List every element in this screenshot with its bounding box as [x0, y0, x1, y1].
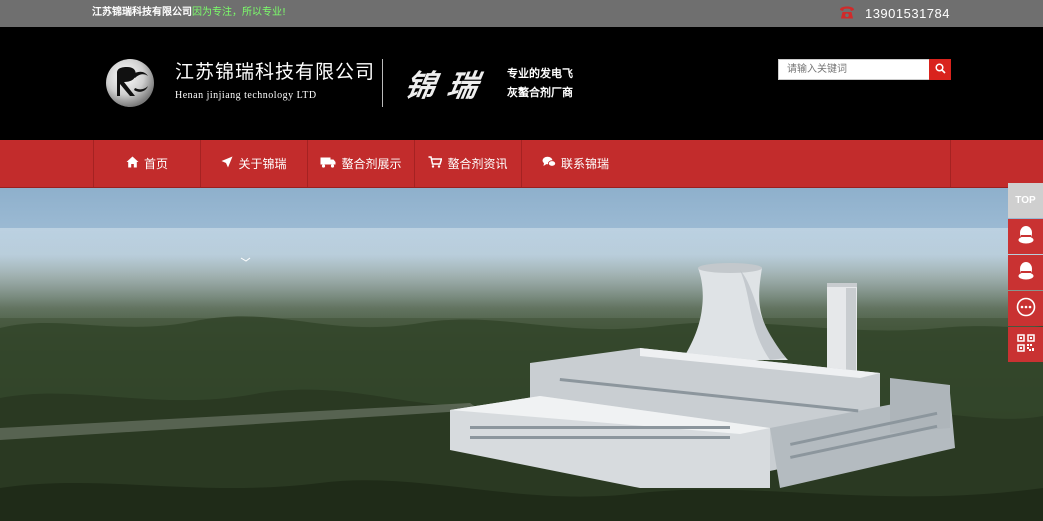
nav-label: 螯合剂资讯	[447, 157, 508, 171]
nav-label: 联系锦瑞	[560, 157, 609, 171]
phone-number[interactable]: 13901531784	[865, 6, 950, 21]
brand-name-cn: 江苏锦瑞科技有限公司	[175, 61, 376, 83]
chat-icon	[542, 156, 556, 171]
tagline-line-1: 专业的发电飞	[507, 67, 573, 80]
search-icon	[934, 62, 946, 77]
search-input[interactable]	[778, 59, 929, 80]
hotline: 13901531784	[839, 5, 950, 21]
brand-calligraphy: 锦瑞	[402, 69, 493, 104]
hero-banner-image	[0, 188, 1043, 521]
home-icon	[126, 156, 139, 171]
phone-icon	[839, 4, 855, 23]
header: 江苏锦瑞科技有限公司 Henan jinjiang technology LTD…	[0, 27, 1043, 140]
cart-icon	[428, 156, 443, 171]
nav-label: 螯合剂展示	[341, 157, 402, 171]
search-button[interactable]	[929, 59, 951, 80]
nav-item-products[interactable]: 螯合剂展示	[308, 140, 415, 187]
side-float-bar: TOP	[1008, 183, 1043, 363]
top-bar-text: 江苏锦瑞科技有限公司因为专注，所以专业!	[92, 7, 286, 19]
qq-button-1[interactable]	[1008, 219, 1043, 254]
nav-label: 首页	[143, 157, 168, 171]
nav-label: 关于锦瑞	[238, 157, 287, 171]
nav-item-home[interactable]: 首页	[94, 140, 201, 187]
logo[interactable]	[104, 57, 156, 109]
send-icon	[221, 156, 233, 171]
qq-icon	[1017, 225, 1035, 249]
header-divider	[382, 59, 383, 107]
nav-item-about[interactable]: 关于锦瑞	[201, 140, 308, 187]
main-nav: 首页 关于锦瑞 螯合剂展示 螯合剂资讯 联系锦瑞	[0, 140, 1043, 188]
brand-name-en: Henan jinjiang technology LTD	[175, 90, 317, 101]
qq-icon	[1017, 261, 1035, 285]
top-bar: 江苏锦瑞科技有限公司因为专注，所以专业! 13901531784	[0, 0, 1043, 27]
tagline-line-2: 灰螯合剂厂商	[507, 86, 573, 99]
message-button[interactable]	[1008, 291, 1043, 326]
qr-code-button[interactable]	[1008, 327, 1043, 362]
nav-item-contact[interactable]: 联系锦瑞	[522, 140, 629, 187]
top-slogan: 因为专注，所以专业!	[192, 7, 287, 18]
search-box	[778, 59, 951, 80]
back-to-top-button[interactable]: TOP	[1008, 183, 1043, 218]
nav-item-news[interactable]: 螯合剂资讯	[415, 140, 522, 187]
power-plant-illustration	[0, 257, 1043, 521]
qq-button-2[interactable]	[1008, 255, 1043, 290]
top-company-name: 江苏锦瑞科技有限公司	[92, 7, 192, 18]
qr-code-icon	[1016, 333, 1035, 356]
truck-icon	[320, 157, 336, 171]
message-icon	[1016, 297, 1036, 321]
